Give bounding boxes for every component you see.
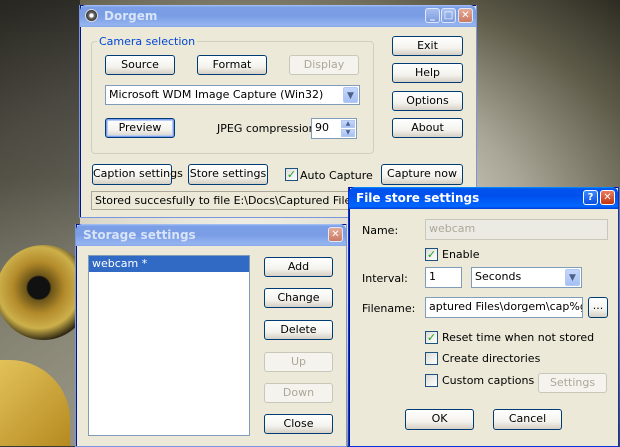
create-directories-label: Create directories: [442, 352, 541, 365]
about-button[interactable]: About: [392, 118, 463, 138]
create-directories-checkbox[interactable]: [425, 352, 438, 365]
file-store-titlebar[interactable]: File store settings ? ✕: [349, 187, 618, 209]
filename-input[interactable]: aptured Files\dorgem\cap%g.jpg: [425, 297, 583, 318]
source-button[interactable]: Source: [105, 55, 175, 75]
maximize-icon[interactable]: □: [441, 8, 456, 23]
caption-settings-button[interactable]: Caption settings: [92, 164, 183, 185]
exit-button[interactable]: Exit: [392, 36, 463, 56]
storage-list[interactable]: webcam *: [88, 255, 250, 436]
spin-up-icon[interactable]: ▲: [341, 120, 355, 128]
interval-label: Interval:: [362, 272, 408, 285]
up-button[interactable]: Up: [264, 352, 333, 372]
auto-capture-checkbox[interactable]: ✓: [285, 168, 298, 181]
custom-captions-checkbox[interactable]: [425, 374, 438, 387]
capture-now-button[interactable]: Capture now: [381, 164, 463, 185]
name-input[interactable]: webcam: [425, 219, 608, 240]
help-button[interactable]: Help: [392, 63, 463, 83]
custom-captions-label: Custom captions: [442, 374, 535, 387]
interval-input[interactable]: 1: [425, 267, 462, 288]
jpeg-compression-value: 90: [315, 121, 329, 134]
enable-checkbox[interactable]: ✓: [425, 248, 438, 261]
jpeg-compression-label: JPEG compression:: [217, 122, 320, 135]
close-icon[interactable]: ✕: [328, 227, 343, 242]
reset-time-label: Reset time when not stored: [442, 331, 595, 344]
add-button[interactable]: Add: [264, 257, 333, 277]
captions-settings-button[interactable]: Settings: [538, 373, 607, 393]
preview-button[interactable]: Preview: [105, 118, 175, 138]
storage-settings-window: Storage settings ✕ webcam * Add Change D…: [75, 224, 347, 447]
spin-down-icon[interactable]: ▼: [341, 129, 355, 137]
name-label: Name:: [362, 224, 399, 237]
help-icon[interactable]: ?: [583, 190, 598, 205]
chevron-down-icon[interactable]: ▼: [565, 269, 580, 286]
dorgem-app-icon: [85, 9, 98, 22]
minimize-icon[interactable]: _: [425, 8, 440, 23]
close-icon[interactable]: ✕: [600, 190, 615, 205]
delete-button[interactable]: Delete: [264, 320, 333, 340]
format-button[interactable]: Format: [197, 55, 267, 75]
cancel-button[interactable]: Cancel: [493, 409, 562, 430]
device-dropdown-value: Microsoft WDM Image Capture (Win32): [109, 88, 324, 101]
filename-label: Filename:: [362, 302, 416, 315]
display-button[interactable]: Display: [289, 55, 359, 75]
list-item[interactable]: webcam *: [89, 256, 249, 272]
close-button[interactable]: Close: [264, 414, 333, 434]
browse-button[interactable]: ...: [588, 297, 608, 318]
chevron-down-icon[interactable]: ▼: [343, 87, 358, 103]
storage-settings-title: Storage settings: [83, 228, 196, 242]
storage-settings-titlebar[interactable]: Storage settings ✕: [76, 224, 346, 246]
auto-capture-label: Auto Capture: [300, 169, 373, 182]
options-button[interactable]: Options: [392, 91, 463, 111]
interval-unit-dropdown[interactable]: Seconds ▼: [471, 267, 582, 288]
interval-unit-value: Seconds: [475, 270, 522, 283]
window-title: Dorgem: [104, 9, 158, 23]
file-store-settings-window: File store settings ? ✕ Name: webcam ✓ E…: [348, 187, 619, 447]
enable-label: Enable: [442, 248, 480, 261]
dorgem-titlebar[interactable]: Dorgem _ □ ✕: [80, 5, 476, 27]
file-store-title: File store settings: [356, 191, 480, 205]
store-settings-button[interactable]: Store settings: [188, 164, 268, 185]
camera-selection-label: Camera selection: [97, 35, 198, 48]
reset-time-checkbox[interactable]: ✓: [425, 331, 438, 344]
ok-button[interactable]: OK: [405, 409, 474, 430]
change-button[interactable]: Change: [264, 288, 333, 308]
device-dropdown[interactable]: Microsoft WDM Image Capture (Win32) ▼: [105, 85, 360, 105]
jpeg-compression-input[interactable]: 90 ▲ ▼: [311, 118, 357, 139]
down-button[interactable]: Down: [264, 383, 333, 403]
close-icon[interactable]: ✕: [458, 8, 473, 23]
